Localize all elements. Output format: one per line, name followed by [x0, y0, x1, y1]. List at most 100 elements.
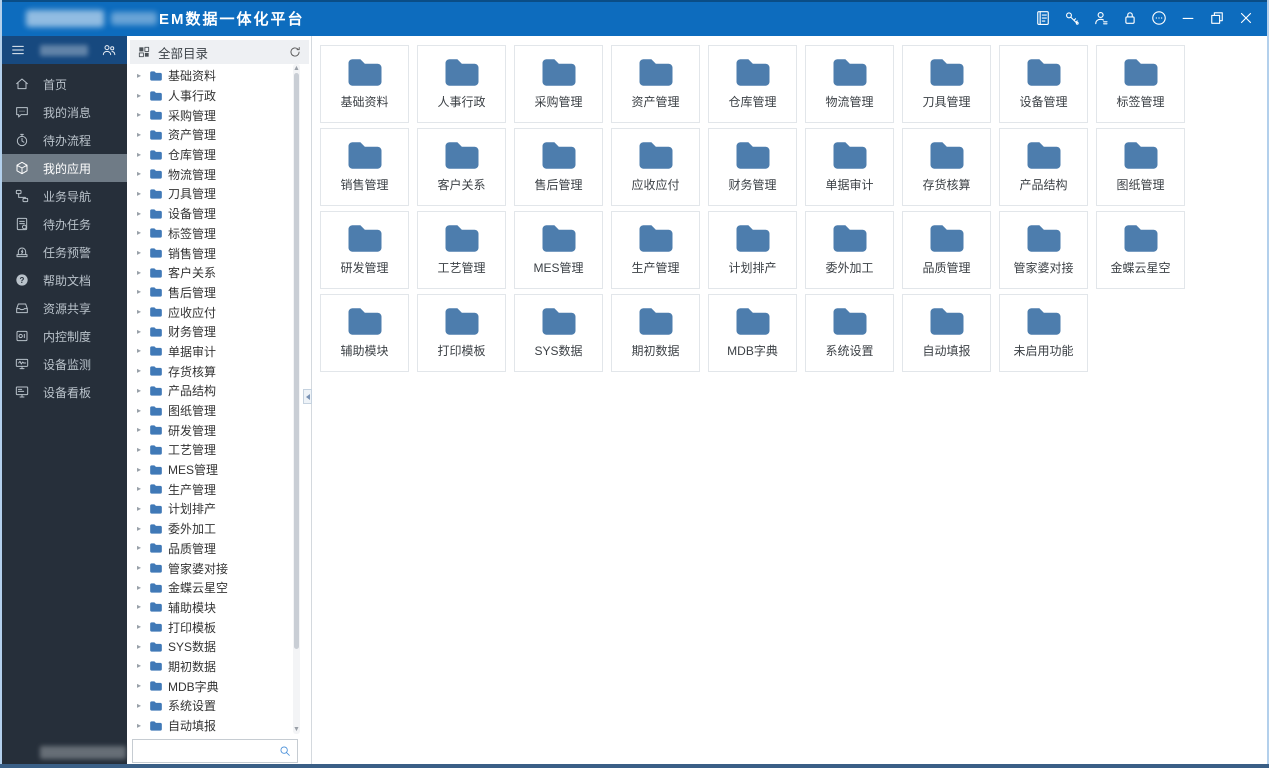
key-settings-icon[interactable] [1063, 9, 1081, 27]
sidebar-item-my-apps[interactable]: 我的应用 [0, 154, 127, 182]
tree-item[interactable]: ▸ 仓库管理 [130, 145, 291, 165]
refresh-icon[interactable] [288, 45, 302, 59]
chevron-right-icon[interactable]: ▸ [137, 328, 144, 336]
chevron-right-icon[interactable]: ▸ [137, 288, 144, 296]
tree-search-input[interactable] [138, 743, 278, 759]
app-card[interactable]: 单据审计 [805, 128, 894, 206]
chevron-right-icon[interactable]: ▸ [137, 170, 144, 178]
chevron-right-icon[interactable]: ▸ [137, 92, 144, 100]
app-card[interactable]: 打印模板 [417, 294, 506, 372]
user-icon[interactable] [1092, 9, 1110, 27]
sidebar-item-internal-control[interactable]: 内控制度 [0, 322, 127, 350]
chevron-right-icon[interactable]: ▸ [137, 347, 144, 355]
app-card[interactable]: 期初数据 [611, 294, 700, 372]
chevron-right-icon[interactable]: ▸ [137, 269, 144, 277]
chevron-right-icon[interactable]: ▸ [137, 623, 144, 631]
chevron-right-icon[interactable]: ▸ [137, 564, 144, 572]
lock-icon[interactable] [1121, 9, 1139, 27]
chevron-right-icon[interactable]: ▸ [137, 584, 144, 592]
menu-hamburger-icon[interactable] [10, 42, 26, 58]
app-card[interactable]: 自动填报 [902, 294, 991, 372]
app-card[interactable]: 客户关系 [417, 128, 506, 206]
close-icon[interactable] [1237, 9, 1255, 27]
app-card[interactable]: 委外加工 [805, 211, 894, 289]
panel-collapse-handle[interactable] [303, 389, 312, 404]
chevron-right-icon[interactable]: ▸ [137, 466, 144, 474]
chevron-right-icon[interactable]: ▸ [137, 643, 144, 651]
app-card[interactable]: 仓库管理 [708, 45, 797, 123]
app-card[interactable]: 采购管理 [514, 45, 603, 123]
tree-item[interactable]: ▸ 应收应付 [130, 302, 291, 322]
tree-scrollbar[interactable]: ▲ ▼ [293, 64, 300, 734]
tree-item[interactable]: ▸ 金蝶云星空 [130, 578, 291, 598]
chevron-right-icon[interactable]: ▸ [137, 151, 144, 159]
team-icon[interactable] [101, 42, 117, 58]
sidebar-item-task-alerts[interactable]: 任务预警 [0, 238, 127, 266]
app-card[interactable]: 资产管理 [611, 45, 700, 123]
app-card[interactable]: 物流管理 [805, 45, 894, 123]
app-card[interactable]: 系统设置 [805, 294, 894, 372]
app-card[interactable]: 产品结构 [999, 128, 1088, 206]
tree-item[interactable]: ▸ 存货核算 [130, 361, 291, 381]
chevron-right-icon[interactable]: ▸ [137, 229, 144, 237]
tree-item[interactable]: ▸ 期初数据 [130, 657, 291, 677]
app-card[interactable]: 财务管理 [708, 128, 797, 206]
tree-item[interactable]: ▸ 基础资料 [130, 66, 291, 86]
app-card[interactable]: 标签管理 [1096, 45, 1185, 123]
tree-item[interactable]: ▸ 售后管理 [130, 283, 291, 303]
app-card[interactable]: 存货核算 [902, 128, 991, 206]
restore-icon[interactable] [1208, 9, 1226, 27]
scroll-down-icon[interactable]: ▼ [293, 726, 300, 733]
sidebar-item-resource-share[interactable]: 资源共享 [0, 294, 127, 322]
sidebar-item-business-nav[interactable]: 业务导航 [0, 182, 127, 210]
app-card[interactable]: 金蝶云星空 [1096, 211, 1185, 289]
tree-item[interactable]: ▸ 采购管理 [130, 105, 291, 125]
tree-item[interactable]: ▸ 管家婆对接 [130, 558, 291, 578]
app-card[interactable]: 辅助模块 [320, 294, 409, 372]
scrollbar-thumb[interactable] [294, 73, 299, 649]
more-icon[interactable] [1150, 9, 1168, 27]
tree-item[interactable]: ▸ 设备管理 [130, 204, 291, 224]
tree-item[interactable]: ▸ 品质管理 [130, 539, 291, 559]
chevron-right-icon[interactable]: ▸ [137, 702, 144, 710]
app-card[interactable]: 品质管理 [902, 211, 991, 289]
chevron-right-icon[interactable]: ▸ [137, 249, 144, 257]
sidebar-item-device-monitor[interactable]: 设备监测 [0, 350, 127, 378]
app-card[interactable]: 未启用功能 [999, 294, 1088, 372]
chevron-right-icon[interactable]: ▸ [137, 308, 144, 316]
chevron-right-icon[interactable]: ▸ [137, 682, 144, 690]
app-card[interactable]: 基础资料 [320, 45, 409, 123]
tree-item[interactable]: ▸ 自动填报 [130, 716, 291, 736]
tree-item[interactable]: ▸ 打印模板 [130, 617, 291, 637]
chevron-right-icon[interactable]: ▸ [137, 485, 144, 493]
chevron-right-icon[interactable]: ▸ [137, 387, 144, 395]
sidebar-item-device-board[interactable]: 设备看板 [0, 378, 127, 406]
tree-item[interactable]: ▸ 工艺管理 [130, 440, 291, 460]
chevron-right-icon[interactable]: ▸ [137, 72, 144, 80]
tree-item[interactable]: ▸ 客户关系 [130, 263, 291, 283]
app-card[interactable]: SYS数据 [514, 294, 603, 372]
tree-item[interactable]: ▸ MDB字典 [130, 676, 291, 696]
tree-item[interactable]: ▸ 单据审计 [130, 342, 291, 362]
app-card[interactable]: 人事行政 [417, 45, 506, 123]
tree-item[interactable]: ▸ 产品结构 [130, 381, 291, 401]
app-card[interactable]: MDB字典 [708, 294, 797, 372]
chevron-right-icon[interactable]: ▸ [137, 525, 144, 533]
chevron-right-icon[interactable]: ▸ [137, 426, 144, 434]
tree-item[interactable]: ▸ 图纸管理 [130, 401, 291, 421]
form-icon[interactable] [1034, 9, 1052, 27]
app-card[interactable]: 计划排产 [708, 211, 797, 289]
tree-item[interactable]: ▸ 系统设置 [130, 696, 291, 716]
tree-item[interactable]: ▸ 财务管理 [130, 322, 291, 342]
chevron-right-icon[interactable]: ▸ [137, 505, 144, 513]
sidebar-item-todo-tasks[interactable]: 待办任务 [0, 210, 127, 238]
tree-item[interactable]: ▸ 委外加工 [130, 519, 291, 539]
minimize-icon[interactable] [1179, 9, 1197, 27]
tree-item[interactable]: ▸ 标签管理 [130, 224, 291, 244]
sidebar-item-messages[interactable]: 我的消息 [0, 98, 127, 126]
search-icon[interactable] [278, 744, 292, 758]
tree-item[interactable]: ▸ 人事行政 [130, 86, 291, 106]
chevron-right-icon[interactable]: ▸ [137, 722, 144, 730]
tree-item[interactable]: ▸ 研发管理 [130, 420, 291, 440]
app-card[interactable]: 图纸管理 [1096, 128, 1185, 206]
